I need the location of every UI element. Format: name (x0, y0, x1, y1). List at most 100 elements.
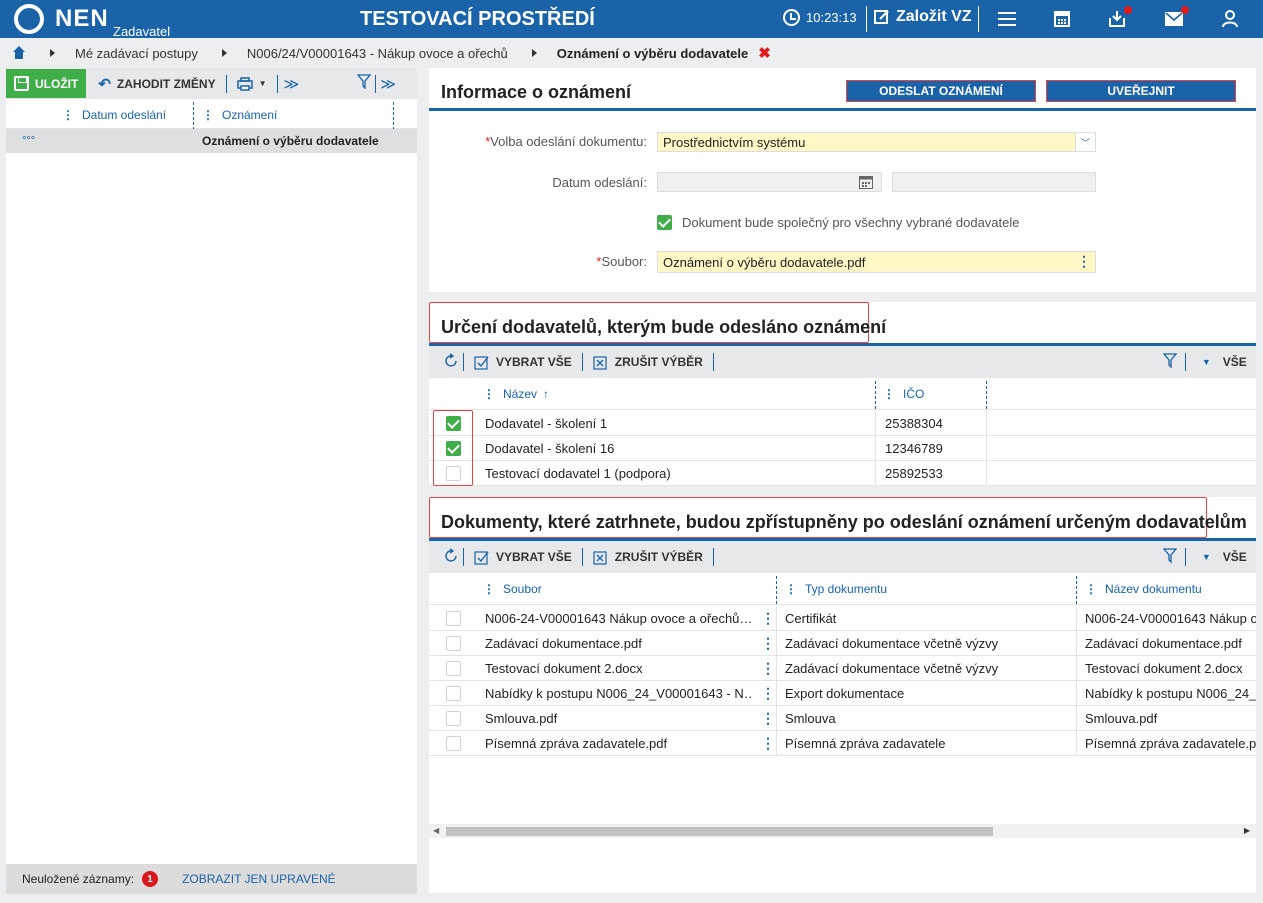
mail-icon[interactable] (1163, 6, 1189, 30)
save-button[interactable]: ULOŽIT (6, 69, 87, 98)
column-header-datum[interactable]: ⋮ Datum odeslání (62, 108, 166, 122)
select-all-button[interactable]: VYBRAT VŠE (468, 549, 578, 565)
documents-toolbar: VYBRAT VŠE ZRUŠIT VÝBĚR ▼ VŠE (429, 541, 1256, 573)
row-actions-icon[interactable]: °°° (22, 135, 35, 147)
file-menu-icon[interactable]: ⋮ (761, 731, 771, 755)
column-menu-icon[interactable]: ⋮ (483, 387, 495, 401)
file-menu-icon[interactable]: ⋮ (761, 656, 771, 680)
column-header-type[interactable]: ⋮ Typ dokumentu (785, 573, 887, 605)
row-checkbox[interactable] (446, 631, 461, 655)
row-checkbox[interactable] (446, 681, 461, 705)
select-all-button[interactable]: VYBRAT VŠE (468, 354, 578, 370)
table-row[interactable]: N006-24-V00001643 Nákup ovoce a ořechů… ⋮… (429, 606, 1256, 631)
user-icon[interactable] (1219, 8, 1241, 30)
scrollbar-thumb[interactable] (446, 827, 993, 836)
column-menu-icon[interactable]: ⋮ (883, 387, 895, 401)
divider (581, 353, 583, 371)
double-chevron-right-icon[interactable]: ≫ (284, 75, 300, 93)
column-menu-icon[interactable]: ⋮ (1085, 582, 1097, 596)
checkbox-unchecked-icon[interactable] (446, 660, 461, 676)
checkbox-unchecked-icon[interactable] (446, 710, 461, 726)
chevron-down-icon[interactable]: ﹀ (1075, 133, 1095, 151)
scroll-right-icon[interactable]: ▶ (1244, 826, 1250, 835)
table-row[interactable]: Dodavatel - školení 1 25388304 (429, 411, 1256, 436)
table-row[interactable]: Testovací dokument 2.docx ⋮ Zadávací dokum… (429, 656, 1256, 681)
column-menu-icon[interactable]: ⋮ (202, 108, 214, 122)
row-checkbox[interactable] (446, 606, 461, 630)
file-menu-icon[interactable]: ⋮ (761, 681, 771, 705)
sort-asc-icon[interactable]: ↑ (543, 387, 549, 401)
filter-icon[interactable] (1162, 548, 1178, 566)
breadcrumb-item-procedure[interactable]: N006/24/V00001643 - Nákup ovoce a ořechů (247, 46, 508, 61)
table-row[interactable]: Nabídky k postupu N006_24_V00001643 - N…… (429, 681, 1256, 706)
checkbox-unchecked-icon[interactable] (446, 735, 461, 751)
row-checkbox[interactable] (446, 706, 461, 730)
publish-button[interactable]: UVEŘEJNIT (1046, 80, 1236, 102)
table-row[interactable]: Dodavatel - školení 16 12346789 (429, 436, 1256, 461)
refresh-icon[interactable] (443, 547, 459, 567)
brand-name: NEN (55, 5, 109, 32)
cell-doc-name: Písemná zpráva zadavatele.p (1085, 735, 1256, 751)
volba-select[interactable]: Prostřednictvím systému ﹀ (657, 132, 1096, 152)
table-row[interactable]: °°° Oznámení o výběru dodavatele (6, 129, 417, 153)
collapse-panel-icon[interactable]: ≫ (380, 75, 396, 93)
clear-selection-button[interactable]: ZRUŠIT VÝBĚR (587, 549, 709, 565)
filter-all-dropdown[interactable]: ▼ VŠE (1196, 355, 1253, 369)
shared-document-label: Dokument bude společný pro všechny vybra… (682, 215, 1020, 230)
breadcrumb-item-my-procedures[interactable]: Mé zadávací postupy (75, 46, 198, 61)
file-menu-icon[interactable]: ⋮ (761, 631, 771, 655)
table-row[interactable]: Testovací dodavatel 1 (podpora) 25892533 (429, 461, 1256, 486)
home-icon[interactable] (12, 46, 26, 60)
datum-date-input[interactable] (657, 172, 882, 192)
filter-icon[interactable] (1162, 353, 1178, 371)
close-icon[interactable]: ✖ (758, 44, 771, 62)
calculator-icon[interactable] (1051, 8, 1073, 30)
highlight-box (433, 410, 473, 486)
horizontal-scrollbar[interactable]: ◀ ▶ (429, 824, 1256, 838)
column-header-oznameni[interactable]: ⋮ Oznámení (202, 108, 277, 122)
column-header-name[interactable]: ⋮ Název ↑ (483, 378, 549, 410)
column-menu-icon[interactable]: ⋮ (483, 582, 495, 596)
checkbox-unchecked-icon[interactable] (446, 685, 461, 701)
discard-changes-button[interactable]: ↶ ZAHODIT ZMĚNY (92, 75, 221, 93)
inbox-icon[interactable] (1106, 6, 1132, 30)
clear-selection-button[interactable]: ZRUŠIT VÝBĚR (587, 354, 709, 370)
clock-icon (783, 9, 800, 26)
table-row[interactable]: Písemná zpráva zadavatele.pdf ⋮ Písemná zp… (429, 731, 1256, 756)
file-menu-icon[interactable]: ⋮ (761, 606, 771, 630)
shared-document-checkbox[interactable]: Dokument bude společný pro všechny vybra… (657, 215, 1020, 230)
filter-icon[interactable] (356, 74, 372, 93)
cell-name: Dodavatel - školení 16 (485, 440, 615, 456)
soubor-input[interactable]: Oznámení o výběru dodavatele.pdf ⋮ (657, 251, 1096, 273)
column-header-doc-name[interactable]: ⋮ Název dokumentu (1085, 573, 1202, 605)
file-menu-icon[interactable]: ⋮ (761, 706, 771, 730)
table-row[interactable]: Smlouva.pdf ⋮ Smlouva Smlouva.pdf (429, 706, 1256, 731)
column-header-ico[interactable]: ⋮ IČO (883, 378, 924, 410)
calendar-icon[interactable] (859, 176, 873, 189)
column-header-file[interactable]: ⋮ Soubor (483, 573, 542, 605)
column-menu-icon[interactable]: ⋮ (785, 582, 797, 596)
row-checkbox[interactable] (446, 656, 461, 680)
file-menu-icon[interactable]: ⋮ (1077, 253, 1091, 270)
datum-time-input[interactable] (892, 172, 1096, 192)
cell-divider (986, 436, 987, 460)
checkbox-unchecked-icon[interactable] (446, 610, 461, 626)
nen-logo-icon[interactable] (14, 4, 44, 34)
column-menu-icon[interactable]: ⋮ (62, 108, 74, 122)
filter-all-dropdown[interactable]: ▼ VŠE (1196, 550, 1253, 564)
clock-time: 10:23:13 (806, 10, 857, 25)
notification-dot (1124, 6, 1132, 14)
show-modified-link[interactable]: ZOBRAZIT JEN UPRAVENÉ (182, 872, 336, 886)
table-row[interactable]: Zadávací dokumentace.pdf ⋮ Zadávací dokume… (429, 631, 1256, 656)
create-vz-button[interactable]: Založit VZ (874, 8, 972, 26)
scroll-left-icon[interactable]: ◀ (433, 826, 439, 835)
cell-type: Export dokumentace (785, 685, 905, 701)
row-checkbox[interactable] (446, 731, 461, 755)
send-notice-button[interactable]: ODESLAT OZNÁMENÍ (846, 80, 1036, 102)
refresh-icon[interactable] (443, 352, 459, 372)
checkbox-checked-icon[interactable] (657, 215, 672, 230)
floppy-icon (14, 76, 29, 91)
menu-icon[interactable] (996, 8, 1018, 30)
print-menu-button[interactable]: ▼ (231, 76, 273, 91)
checkbox-unchecked-icon[interactable] (446, 635, 461, 651)
